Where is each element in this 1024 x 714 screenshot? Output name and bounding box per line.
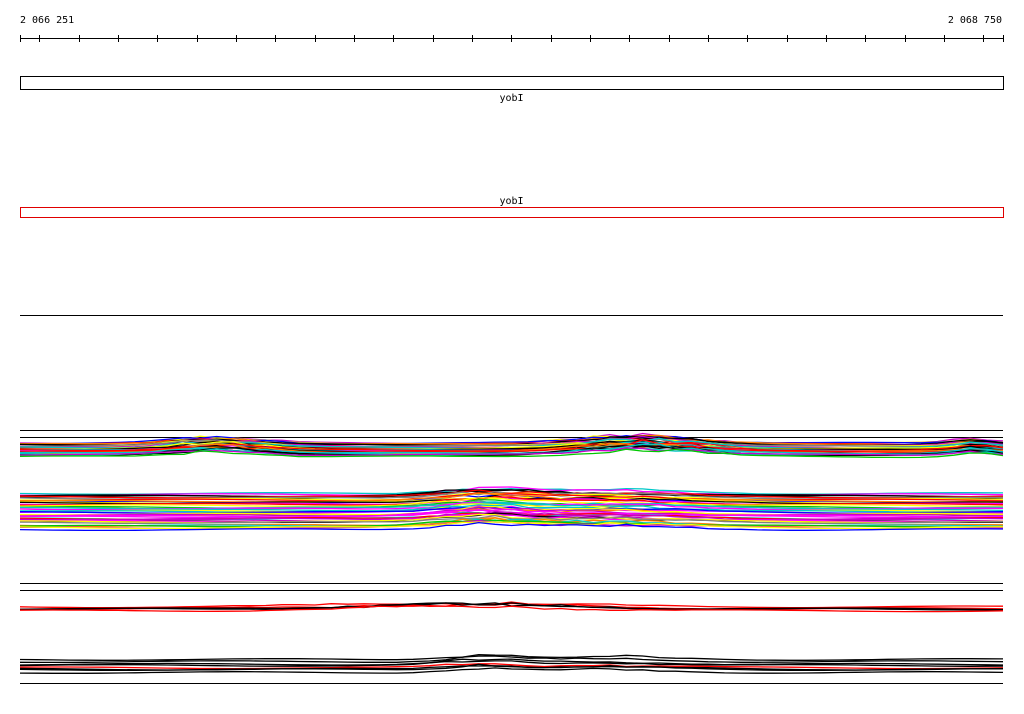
coord-end-label: 2 068 750 [948,15,1002,26]
coordinate-ruler [20,35,1004,42]
coord-start-label: 2 066 251 [20,15,74,26]
feature-track: yobI yobI [20,76,1004,218]
gene-feature-label: yobI [499,93,523,104]
gene-feature-box[interactable] [20,207,1004,218]
gene-feature-box[interactable] [20,76,1004,90]
expression-track-group-1 [19,430,1004,591]
genome-browser-view: 2 066 251 2 068 750 yobI yobI [19,15,1004,684]
gene-feature-label: yobI [499,196,523,207]
expression-track-group-2 [19,601,1004,684]
